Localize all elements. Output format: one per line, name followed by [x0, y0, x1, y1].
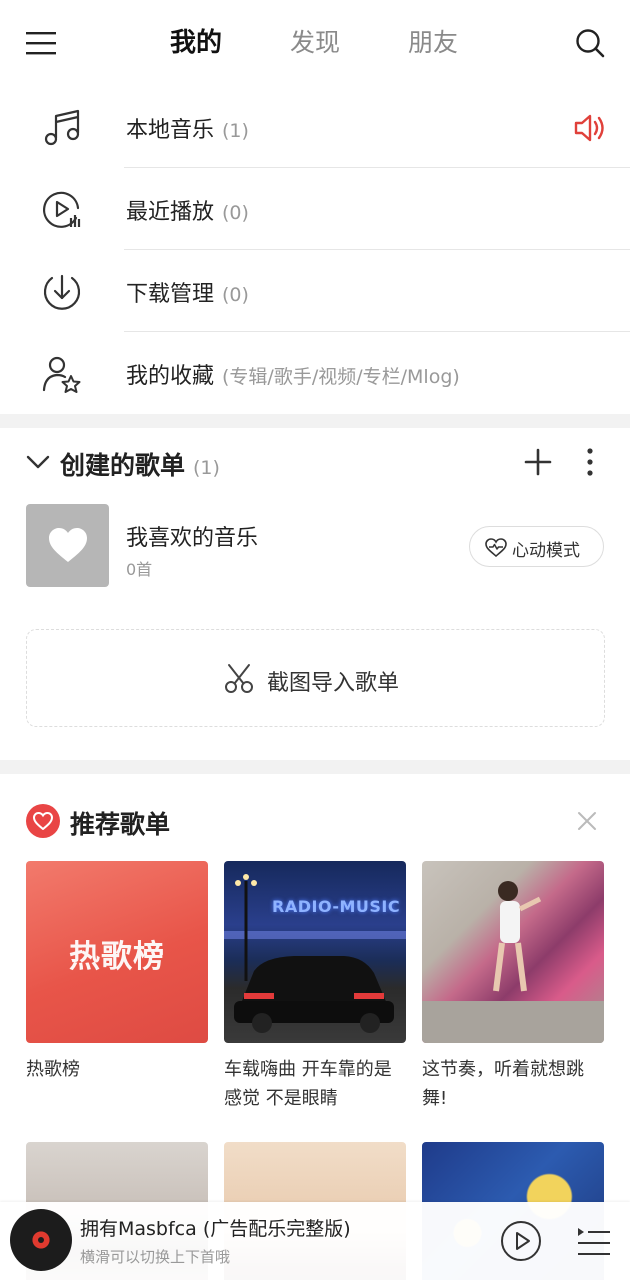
now-playing-title: 拥有Masbfca (广告配乐完整版) [80, 1218, 351, 1240]
tab-mine[interactable]: 我的 [170, 22, 222, 64]
recent-play-row[interactable]: 最近播放 (0) [0, 168, 630, 250]
recommend-logo-icon [26, 804, 60, 838]
play-icon[interactable] [500, 1220, 542, 1262]
search-icon[interactable] [574, 27, 606, 59]
more-vertical-icon[interactable] [580, 446, 600, 478]
recommended-header: 推荐歌单 [0, 800, 630, 850]
heart-mode-button[interactable]: 心动模式 [469, 526, 604, 567]
music-note-icon [44, 109, 80, 146]
playlist-cover [422, 861, 604, 1043]
dancer-image [422, 881, 604, 1043]
cover-text: RADIO-MUSIC [272, 897, 401, 916]
playlist-caption: 热歌榜 [26, 1059, 80, 1080]
my-collection-label: 我的收藏 [126, 364, 215, 389]
speaker-icon[interactable] [572, 111, 606, 145]
download-label: 下载管理 [126, 282, 215, 307]
playlist-track-count: 0首 [126, 560, 153, 579]
recent-play-count: (0) [222, 202, 249, 224]
my-collection-row[interactable]: 我的收藏 (专辑/歌手/视频/专栏/Mlog) [0, 332, 630, 414]
scissors-icon [225, 664, 253, 693]
heart-icon [49, 528, 87, 562]
heartbeat-icon [485, 538, 507, 557]
heart-mode-label: 心动模式 [512, 541, 580, 561]
created-playlists-header: 创建的歌单 (1) [0, 428, 630, 498]
local-music-label: 本地音乐 [126, 118, 215, 143]
created-playlists-count: (1) [193, 457, 220, 479]
album-disc [10, 1209, 72, 1271]
swipe-hint: 横滑可以切换上下首哦 [80, 1248, 231, 1266]
top-bar: 我的 发现 朋友 [0, 0, 630, 86]
my-collection-sub: (专辑/歌手/视频/专栏/Mlog) [222, 366, 460, 388]
section-gap [0, 760, 630, 774]
playlist-caption: 车载嗨曲 开车靠的是感觉 不是眼睛 [224, 1059, 392, 1109]
playlist-icon[interactable] [576, 1224, 612, 1260]
playlist-caption: 这节奏，听着就想跳舞! [422, 1059, 584, 1109]
mini-player[interactable]: 拥有Masbfca (广告配乐完整版) 横滑可以切换上下首哦 [0, 1202, 630, 1280]
close-icon[interactable] [576, 810, 598, 832]
cover-text: 热歌榜 [69, 939, 165, 975]
tab-friends[interactable]: 朋友 [408, 22, 458, 64]
playlist-name: 我喜欢的音乐 [126, 526, 259, 551]
created-playlists-title: 创建的歌单 [60, 451, 186, 480]
download-icon [43, 274, 81, 310]
local-music-count: (1) [222, 120, 249, 142]
playlist-cover [26, 504, 109, 587]
tab-discover[interactable]: 发现 [290, 22, 340, 64]
screenshot-import-label: 截图导入歌单 [267, 671, 400, 696]
tab-bar: 我的 发现 朋友 [0, 22, 630, 64]
liked-music-playlist[interactable]: 我喜欢的音乐 0首 心动模式 [0, 504, 630, 588]
section-gap [0, 414, 630, 428]
screenshot-import-button[interactable]: 截图导入歌单 [26, 629, 605, 727]
download-count: (0) [222, 284, 249, 306]
recommended-title: 推荐歌单 [70, 810, 171, 839]
user-star-icon [42, 356, 81, 393]
add-playlist-icon[interactable] [524, 448, 552, 476]
recent-play-icon [43, 191, 81, 228]
playlist-cover: 热歌榜 [26, 861, 208, 1043]
download-row[interactable]: 下载管理 (0) [0, 250, 630, 332]
playlist-cover: RADIO-MUSIC [224, 861, 406, 1043]
local-music-row[interactable]: 本地音乐 (1) [0, 86, 630, 168]
car-night-image [224, 874, 406, 1033]
chevron-down-icon[interactable] [26, 450, 50, 474]
recent-play-label: 最近播放 [126, 200, 215, 225]
